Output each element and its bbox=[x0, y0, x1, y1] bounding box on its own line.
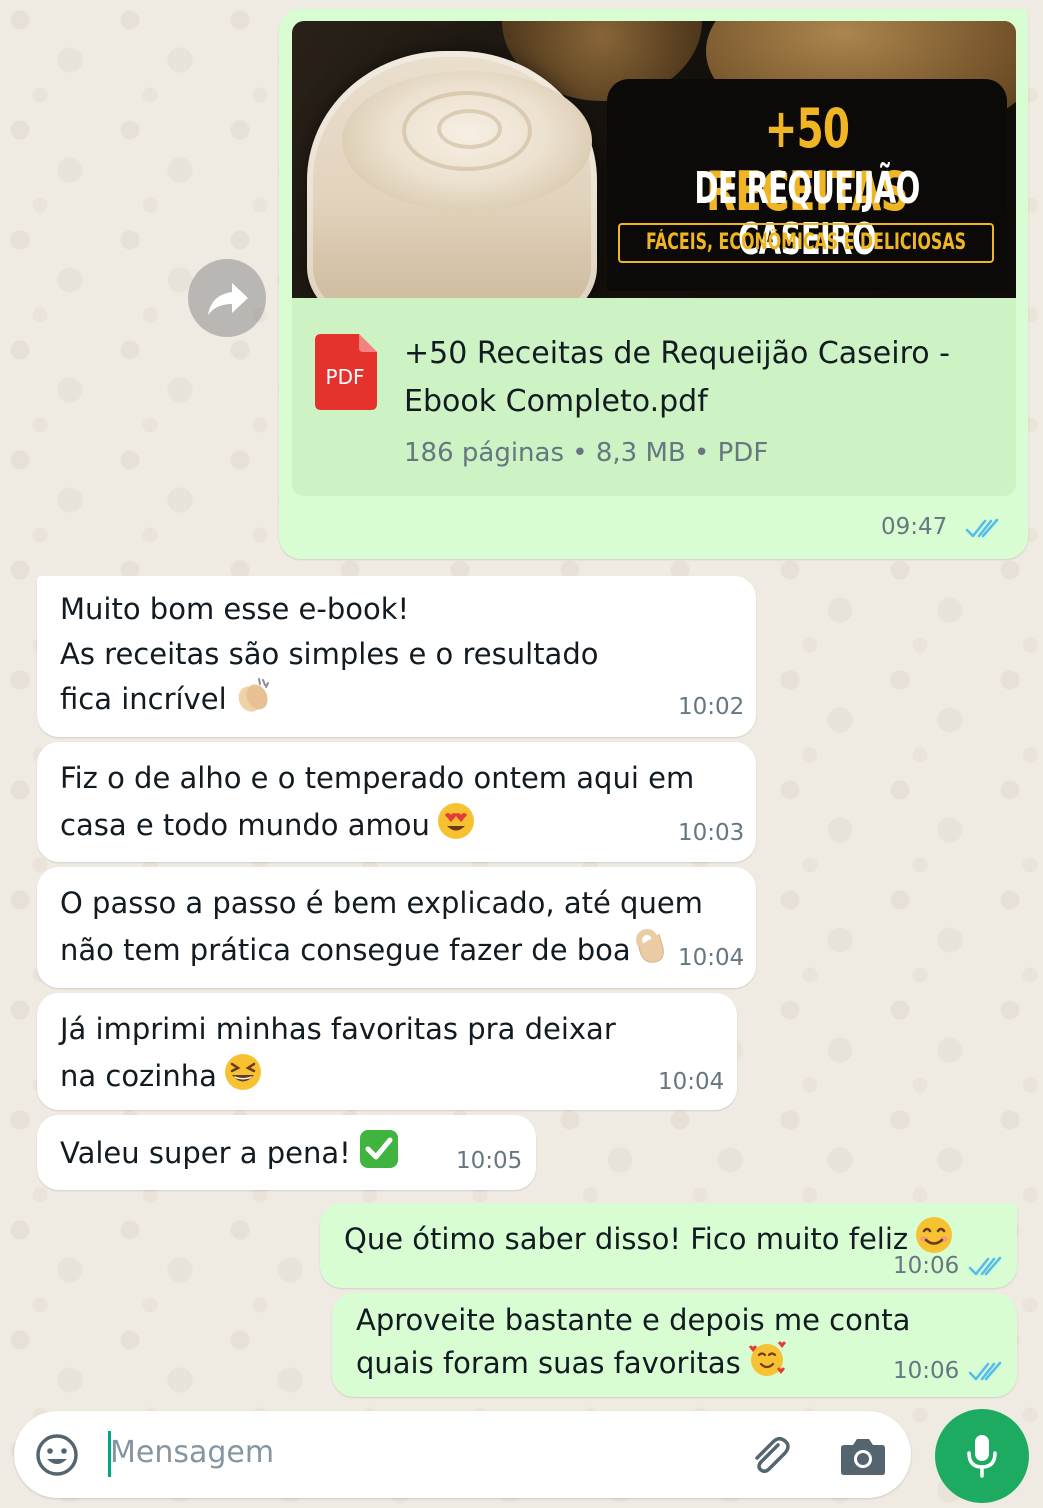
message-line: Fiz o de alho e o temperado ontem aqui e… bbox=[60, 761, 695, 795]
message-text: O passo a passo é bem explicado, até que… bbox=[60, 881, 703, 973]
message-composer[interactable]: Mensagem bbox=[14, 1411, 911, 1498]
message-line-text: não tem prática consegue fazer de boa bbox=[60, 933, 631, 967]
message-line-text: Que ótimo saber disso! Fico muito feliz bbox=[344, 1222, 909, 1256]
message-line: Já imprimi minhas favoritas pra deixar bbox=[60, 1012, 616, 1046]
message-time: 10:06 bbox=[893, 1253, 960, 1279]
message-time: 10:04 bbox=[658, 1069, 725, 1095]
message-text: Fiz o de alho e o temperado ontem aqui e… bbox=[60, 756, 694, 848]
read-ticks-icon bbox=[968, 1256, 1002, 1276]
banner-subtitle-box: FÁCEIS, ECONÔMICAS E DELICIOSAS bbox=[618, 223, 994, 263]
message-input[interactable]: Mensagem bbox=[110, 1435, 274, 1470]
check-mark-button-icon bbox=[359, 1130, 398, 1168]
document-file-card[interactable]: PDF +50 Receitas de Requeijão Caseiro - … bbox=[292, 298, 1016, 496]
forward-icon bbox=[208, 283, 248, 315]
message-time: 10:06 bbox=[893, 1358, 960, 1384]
message-time: 10:05 bbox=[456, 1148, 523, 1174]
read-ticks-icon bbox=[965, 518, 999, 538]
attach-icon[interactable] bbox=[747, 1433, 793, 1479]
outgoing-message[interactable]: Aproveite bastante e depois me conta qua… bbox=[332, 1293, 1017, 1397]
clapping-hands-icon bbox=[238, 678, 269, 712]
message-line: na cozinha bbox=[60, 1052, 616, 1099]
pdf-file-icon: PDF bbox=[315, 334, 377, 410]
read-ticks-icon bbox=[968, 1361, 1002, 1381]
message-line-text: Valeu super a pena! bbox=[60, 1136, 351, 1170]
document-file-meta: 186 páginas • 8,3 MB • PDF bbox=[404, 438, 769, 468]
banner-subtitle: FÁCEIS, ECONÔMICAS E DELICIOSAS bbox=[646, 230, 966, 255]
document-preview-image[interactable]: +50 RECEITAS DE REQUEIJÃO CASEIRO FÁCEIS… bbox=[292, 21, 1016, 298]
message-time: 09:47 bbox=[881, 514, 948, 540]
ok-hand-icon bbox=[635, 929, 664, 963]
camera-icon[interactable] bbox=[840, 1435, 886, 1477]
outgoing-message[interactable]: Que ótimo saber disso! Fico muito feliz … bbox=[320, 1203, 1017, 1288]
cream-swirl bbox=[437, 109, 502, 149]
message-line: Aproveite bastante e depois me conta bbox=[356, 1303, 911, 1337]
message-text: Já imprimi minhas favoritas pra deixar n… bbox=[60, 1007, 616, 1099]
forward-button[interactable] bbox=[188, 259, 266, 337]
message-line: As receitas são simples e o resultado bbox=[60, 637, 599, 671]
grinning-squinting-icon bbox=[224, 1054, 261, 1090]
incoming-message[interactable]: Já imprimi minhas favoritas pra deixar n… bbox=[37, 993, 737, 1110]
message-line: casa e todo mundo amou bbox=[60, 801, 694, 848]
message-line: Valeu super a pena! bbox=[60, 1129, 399, 1176]
file-name-line: Ebook Completo.pdf bbox=[404, 384, 708, 419]
heart-eyes-icon bbox=[437, 803, 474, 839]
message-line: fica incrível bbox=[60, 677, 598, 722]
message-text: Que ótimo saber disso! Fico muito feliz bbox=[344, 1215, 954, 1262]
message-time: 10:02 bbox=[678, 694, 745, 720]
document-message[interactable]: +50 RECEITAS DE REQUEIJÃO CASEIRO FÁCEIS… bbox=[279, 9, 1028, 559]
message-time: 10:03 bbox=[678, 820, 745, 846]
banner-title-box: +50 RECEITAS DE REQUEIJÃO CASEIRO FÁCEIS… bbox=[607, 79, 1007, 291]
message-line: O passo a passo é bem explicado, até que… bbox=[60, 886, 703, 920]
message-text: Valeu super a pena! bbox=[60, 1129, 399, 1176]
smiling-face-with-hearts-icon bbox=[748, 1341, 786, 1376]
voice-message-button[interactable] bbox=[935, 1409, 1029, 1503]
document-file-name: +50 Receitas de Requeijão Caseiro - Eboo… bbox=[404, 330, 950, 426]
message-line: Muito bom esse e-book! bbox=[60, 592, 410, 626]
pdf-icon-label: PDF bbox=[326, 365, 365, 389]
smiling-face-icon bbox=[916, 1217, 953, 1253]
message-line: não tem prática consegue fazer de boa bbox=[60, 926, 703, 973]
message-line: Que ótimo saber disso! Fico muito feliz bbox=[344, 1215, 954, 1262]
message-text: Muito bom esse e-book! As receitas são s… bbox=[60, 587, 598, 722]
incoming-message[interactable]: O passo a passo é bem explicado, até que… bbox=[37, 867, 756, 988]
message-line-text: quais foram suas favoritas bbox=[356, 1346, 741, 1380]
cream-cheese-jar-image bbox=[307, 51, 597, 298]
message-line: quais foram suas favoritas bbox=[356, 1339, 910, 1382]
mic-icon bbox=[967, 1435, 997, 1478]
emoji-icon[interactable] bbox=[35, 1433, 79, 1477]
incoming-message[interactable]: Muito bom esse e-book! As receitas são s… bbox=[37, 576, 756, 737]
message-line-text: fica incrível bbox=[60, 682, 227, 716]
message-time: 10:04 bbox=[678, 945, 745, 971]
incoming-message[interactable]: Fiz o de alho e o temperado ontem aqui e… bbox=[37, 742, 756, 862]
incoming-message[interactable]: Valeu super a pena! 10:05 bbox=[37, 1115, 536, 1190]
message-line-text: na cozinha bbox=[60, 1059, 217, 1093]
file-name-line: +50 Receitas de Requeijão Caseiro - bbox=[404, 336, 950, 371]
message-text: Aproveite bastante e depois me conta qua… bbox=[356, 1301, 910, 1382]
message-line-text: casa e todo mundo amou bbox=[60, 808, 430, 842]
